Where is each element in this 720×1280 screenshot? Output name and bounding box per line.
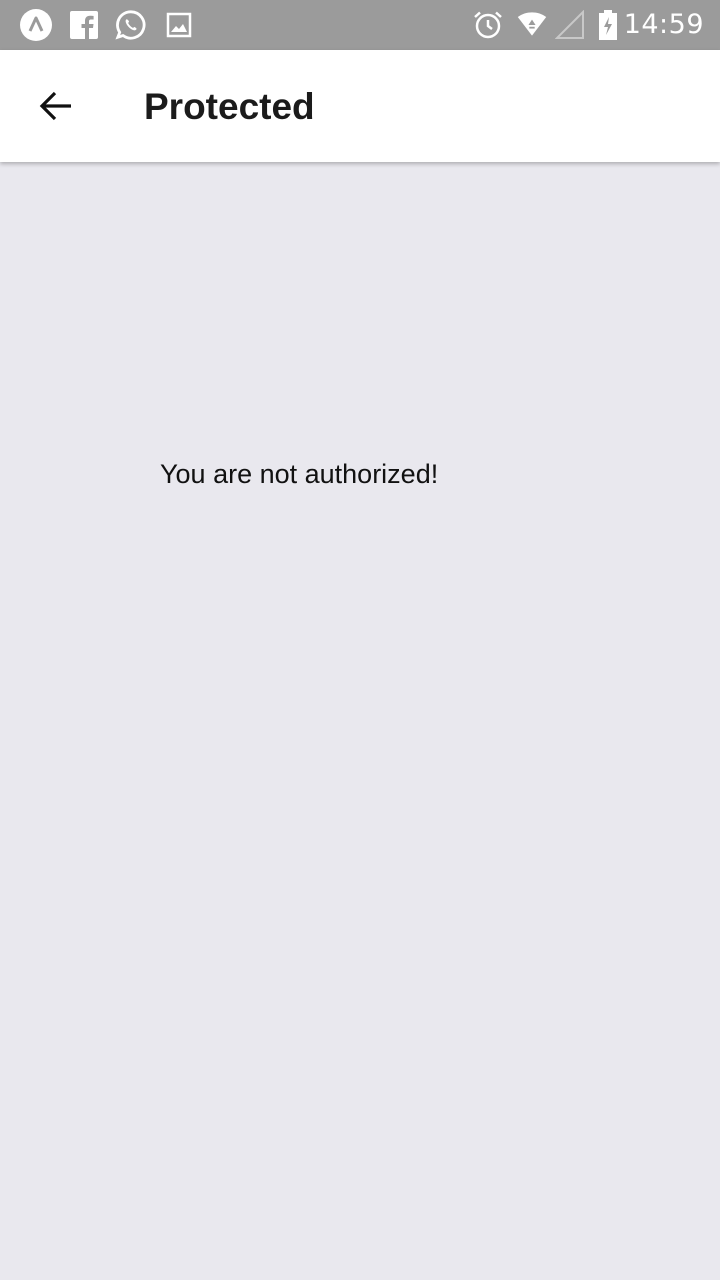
status-time: 14:59 (623, 9, 704, 40)
screen: 14:59 Protected You are not authorized! (0, 0, 720, 1280)
whatsapp-icon (115, 9, 147, 41)
alarm-icon (472, 9, 504, 41)
arrow-left-icon (38, 88, 74, 124)
app-a-icon (20, 9, 52, 41)
back-button[interactable] (24, 74, 88, 138)
status-bar: 14:59 (0, 0, 720, 50)
signal-icon (554, 9, 586, 41)
gallery-icon (163, 9, 195, 41)
app-bar: Protected (0, 50, 720, 162)
wifi-icon (516, 9, 548, 41)
battery-charging-icon (592, 9, 624, 41)
page-title: Protected (144, 86, 315, 127)
content-area: You are not authorized! (0, 162, 720, 1280)
facebook-icon (68, 9, 100, 41)
unauthorized-message: You are not authorized! (160, 459, 439, 489)
